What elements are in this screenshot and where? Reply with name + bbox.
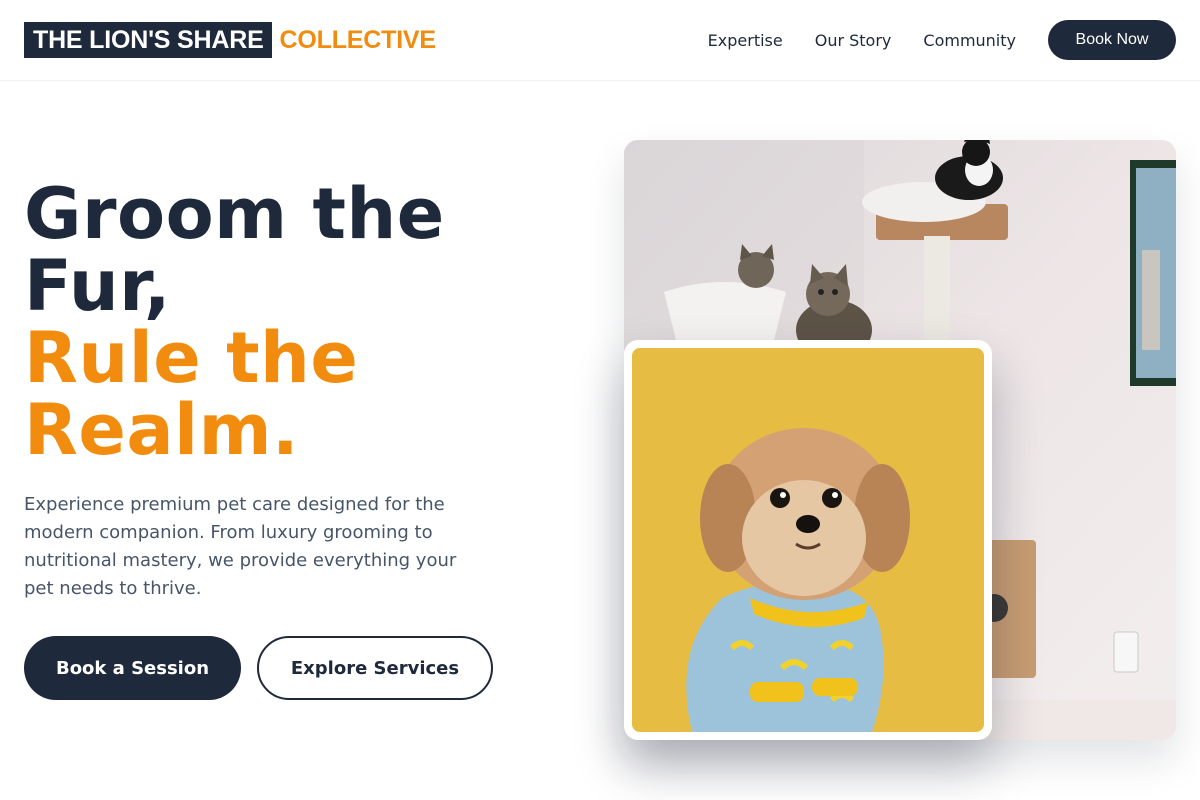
dog-photo-card (624, 340, 992, 740)
hero-title: Groom the Fur, Rule the Realm. (24, 178, 445, 466)
main-nav: Expertise Our Story Community Book Now (708, 20, 1176, 60)
logo[interactable]: THE LION'S SHARE COLLECTIVE (24, 22, 436, 58)
nav-link-community[interactable]: Community (923, 31, 1016, 50)
hero-title-line-3: Rule the (24, 317, 359, 399)
hero-title-line-1: Groom the (24, 173, 445, 255)
dog-photo (632, 348, 984, 732)
site-header: THE LION'S SHARE COLLECTIVE Expertise Ou… (0, 0, 1200, 81)
book-session-button[interactable]: Book a Session (24, 636, 241, 700)
hero-description: Experience premium pet care designed for… (24, 494, 457, 599)
logo-primary-text: THE LION'S SHARE (24, 22, 272, 58)
logo-accent-text: COLLECTIVE (279, 25, 437, 54)
nav-link-our-story[interactable]: Our Story (815, 31, 892, 50)
explore-services-button[interactable]: Explore Services (257, 636, 493, 700)
nav-link-expertise[interactable]: Expertise (708, 31, 783, 50)
book-now-button[interactable]: Book Now (1048, 20, 1176, 60)
dog-illustration (632, 348, 984, 732)
hero-title-line-4: Realm. (24, 389, 300, 471)
hero-title-line-2: Fur, (24, 245, 171, 327)
